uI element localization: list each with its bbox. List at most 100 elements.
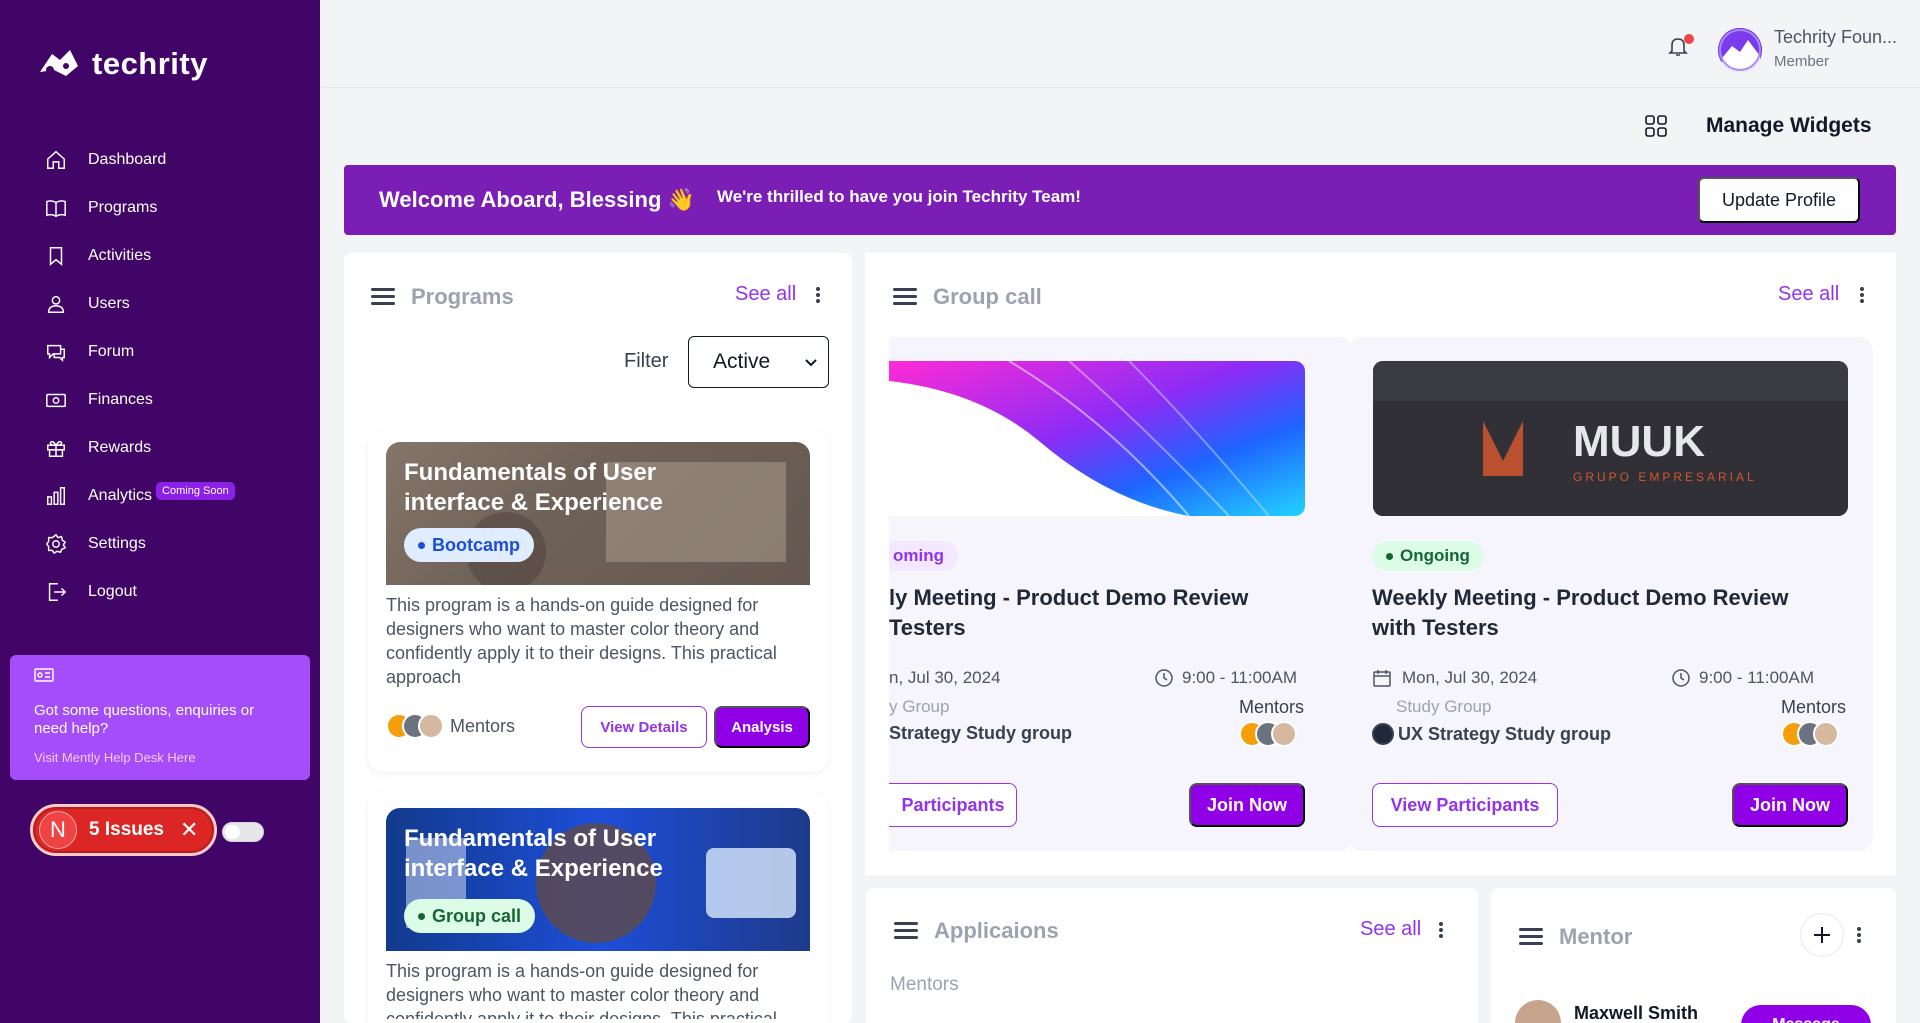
sidebar-item-activities[interactable]: Activities	[44, 232, 235, 280]
menu-icon[interactable]	[371, 288, 395, 306]
toggle-switch[interactable]	[222, 822, 264, 842]
view-participants-button[interactable]: View Participants	[1372, 783, 1558, 827]
help-card: Got some questions, enquiries or need he…	[10, 655, 310, 780]
sidebar-item-label: Programs	[88, 199, 158, 216]
manage-widgets-button[interactable]: Manage Widgets	[1706, 114, 1872, 138]
sidebar-item-label: Dashboard	[88, 151, 167, 168]
programs-header: Programs	[371, 284, 514, 310]
filter-select[interactable]: Active	[688, 336, 829, 388]
view-details-button[interactable]: View Details	[581, 706, 707, 748]
grid-icon[interactable]	[1644, 114, 1668, 138]
muuk-logo-text: MUUK	[1573, 417, 1705, 466]
avatar	[1813, 721, 1839, 747]
mentor-name: Maxwell Smith	[1574, 1003, 1699, 1023]
logo-icon	[40, 50, 78, 76]
group-call-image: MUUK GRUPO EMPRESARIAL	[1373, 361, 1848, 516]
message-button[interactable]: Message	[1741, 1005, 1871, 1023]
applications-see-all-link[interactable]: See all	[1360, 918, 1421, 941]
sidebar-item-label: Settings	[88, 535, 146, 552]
mentors-label: Mentors	[1239, 697, 1305, 717]
call-time: 9:00 - 11:00AM	[1671, 668, 1814, 688]
money-icon	[44, 388, 68, 412]
call-date: Mon, Jul 30, 2024	[1372, 668, 1537, 688]
programs-see-all-link[interactable]: See all	[735, 283, 796, 306]
sidebar-item-dashboard[interactable]: Dashboard	[44, 136, 235, 184]
sidebar-nav: Dashboard Programs Activities Users Foru…	[44, 136, 235, 616]
mentor-title: Mentor	[1559, 924, 1633, 949]
group-call-item: MUUK GRUPO EMPRESARIAL Ongoing Weekly Me…	[1348, 337, 1873, 851]
sidebar-item-users[interactable]: Users	[44, 280, 235, 328]
clock-icon	[1672, 669, 1690, 687]
group-name: UX Strategy Study group	[1372, 723, 1611, 745]
call-time: 9:00 - 11:00AM	[1154, 668, 1297, 688]
notification-dot	[1684, 34, 1694, 44]
program-title: Fundamentals of User interface & Experie…	[404, 459, 663, 516]
program-tag: Bootcamp	[404, 528, 535, 562]
sidebar-item-rewards[interactable]: Rewards	[44, 424, 235, 472]
join-now-button[interactable]: Join Now	[1732, 783, 1848, 827]
menu-icon[interactable]	[1519, 928, 1543, 946]
group-call-see-all-link[interactable]: See all	[1778, 283, 1839, 306]
more-vertical-icon[interactable]	[1439, 922, 1443, 938]
close-icon[interactable]: ✕	[180, 817, 198, 843]
view-participants-button[interactable]: Participants	[889, 783, 1017, 827]
user-icon	[44, 292, 68, 316]
sidebar: techrity Dashboard Programs Activities U…	[0, 0, 320, 1023]
sidebar-item-forum[interactable]: Forum	[44, 328, 235, 376]
group-call-card: Group call See all oming ly Meeting - Pr…	[865, 253, 1896, 875]
chevron-down-icon	[805, 359, 817, 367]
avatar	[418, 713, 444, 739]
group-icon	[1372, 723, 1394, 745]
muuk-logo-subtext: GRUPO EMPRESARIAL	[1573, 470, 1757, 484]
mentor-card: Mentor Maxwell Smith Message	[1491, 888, 1896, 1023]
sidebar-item-logout[interactable]: Logout	[44, 568, 235, 616]
book-icon	[44, 196, 68, 220]
more-vertical-icon[interactable]	[1857, 927, 1861, 943]
user-name: Techrity Foun...	[1774, 27, 1898, 47]
more-vertical-icon[interactable]	[816, 287, 820, 303]
applications-card: Applicaions See all Mentors	[866, 888, 1478, 1023]
clock-icon	[1155, 669, 1173, 687]
welcome-banner: Welcome Aboard, Blessing 👋 We're thrille…	[344, 165, 1896, 235]
mentors-avatars	[1781, 721, 1839, 747]
program-description: This program is a hands-on guide designe…	[386, 961, 777, 1019]
program-card: Fundamentals of User interface & Experie…	[368, 792, 828, 1023]
group-call-title: Group call	[933, 284, 1042, 309]
plus-icon	[1814, 927, 1830, 943]
group-label: y Group	[889, 697, 950, 716]
brand-logo[interactable]: techrity	[36, 46, 208, 82]
user-role: Member	[1774, 53, 1830, 70]
join-now-button[interactable]: Join Now	[1189, 783, 1305, 827]
sidebar-item-label: Activities	[88, 247, 152, 264]
status-badge: oming	[889, 541, 958, 571]
program-card: Fundamentals of User interface & Experie…	[368, 430, 828, 772]
analysis-button[interactable]: Analysis	[714, 706, 810, 748]
sidebar-item-settings[interactable]: Settings	[44, 520, 235, 568]
help-desk-link[interactable]: Visit Mently Help Desk Here	[34, 750, 286, 765]
chat-icon	[44, 340, 68, 364]
sidebar-item-programs[interactable]: Programs	[44, 184, 235, 232]
group-call-item: oming ly Meeting - Product Demo Review T…	[889, 337, 1353, 851]
gear-icon	[44, 532, 68, 556]
program-description: This program is a hands-on guide designe…	[386, 595, 777, 687]
menu-icon[interactable]	[893, 288, 917, 306]
mentors-row: Mentors	[386, 713, 515, 739]
add-mentor-button[interactable]	[1800, 913, 1844, 957]
sidebar-item-label: Logout	[88, 583, 137, 600]
sidebar-item-label: Users	[88, 295, 130, 312]
menu-icon[interactable]	[894, 922, 918, 940]
group-call-title: Weekly Meeting - Product Demo Review wit…	[1372, 585, 1789, 640]
applications-section-label: Mentors	[890, 974, 959, 995]
avatar[interactable]	[1718, 28, 1762, 72]
mentors-label: Mentors	[450, 715, 516, 736]
group-label: Study Group	[1396, 697, 1492, 716]
sidebar-item-finances[interactable]: Finances	[44, 376, 235, 424]
more-vertical-icon[interactable]	[1860, 287, 1864, 303]
applications-title: Applicaions	[934, 918, 1059, 943]
sidebar-item-analytics[interactable]: Analytics Coming Soon	[44, 472, 235, 520]
programs-title: Programs	[411, 284, 514, 309]
update-profile-button[interactable]: Update Profile	[1698, 177, 1860, 223]
issues-badge[interactable]: N 5 Issues ✕	[30, 804, 217, 856]
filter-label: Filter	[624, 350, 669, 372]
call-date: n, Jul 30, 2024	[889, 668, 1001, 687]
